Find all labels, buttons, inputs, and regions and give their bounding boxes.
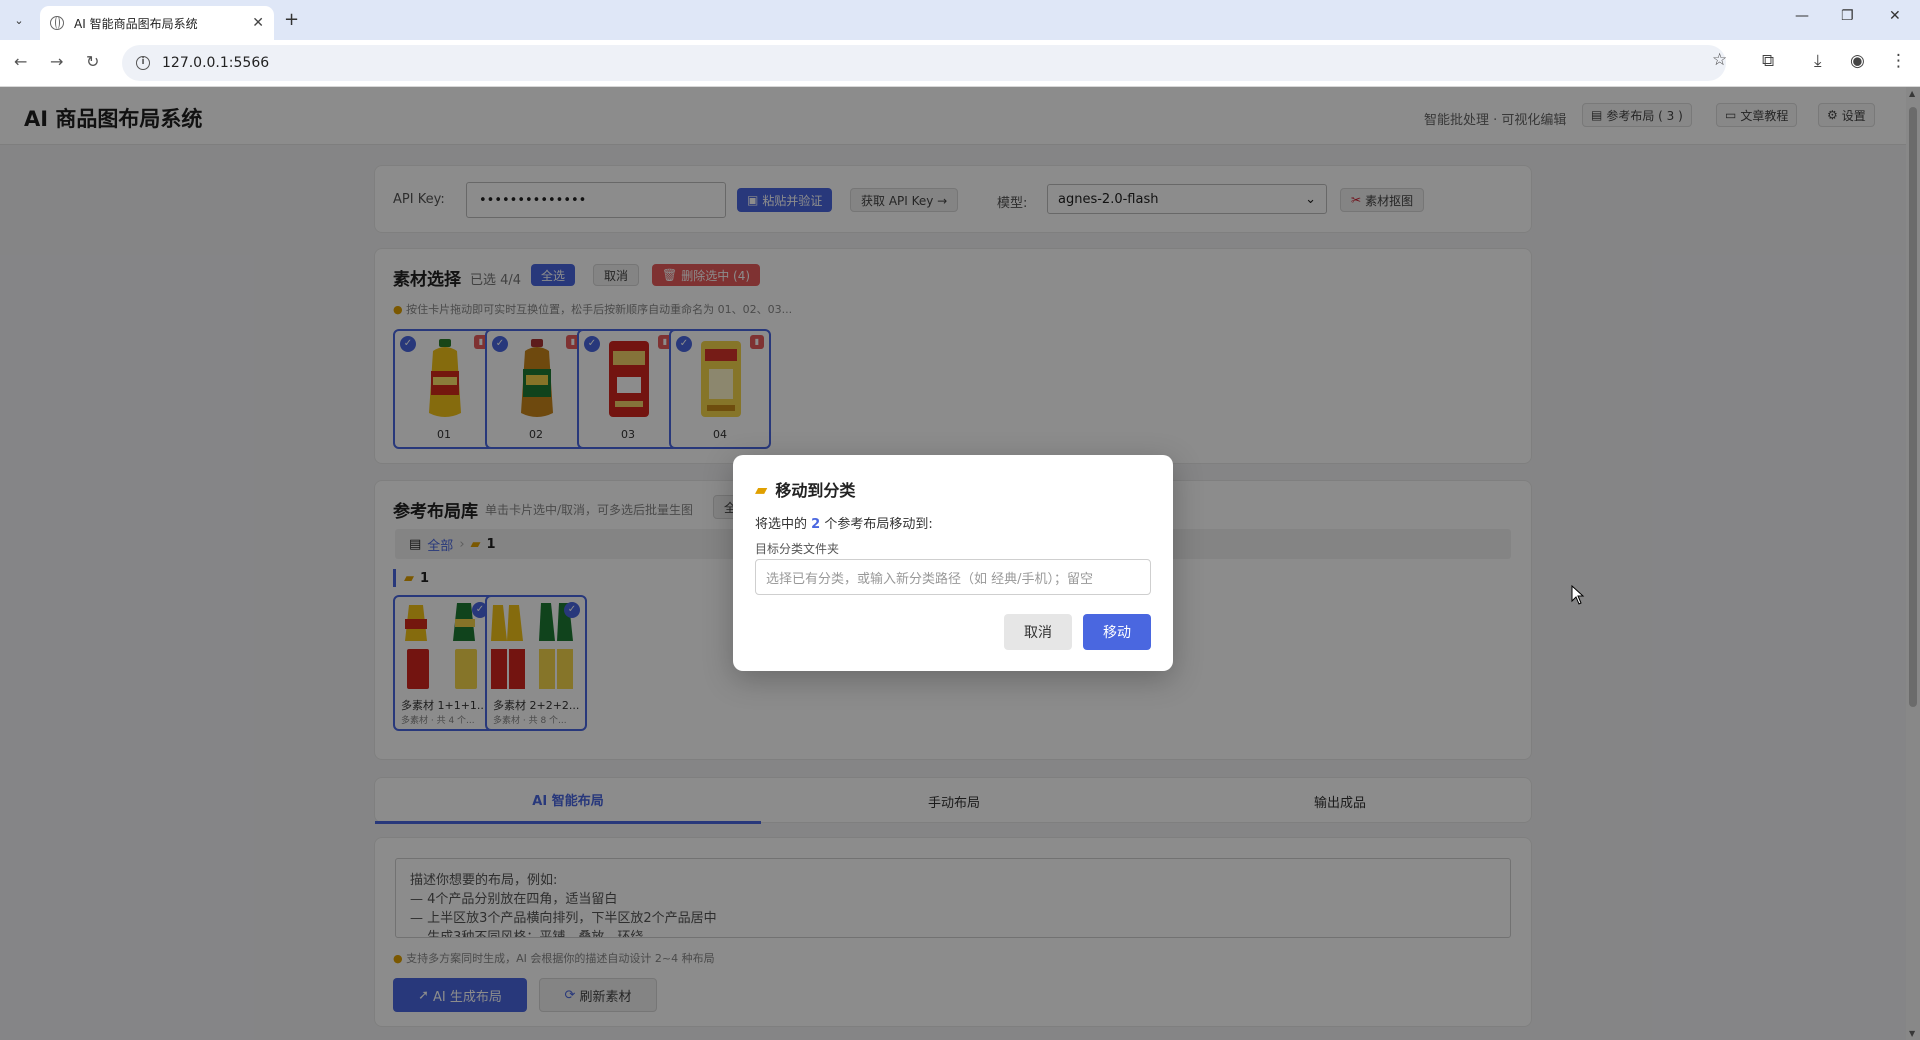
url-text: 127.0.0.1:5566 — [162, 55, 270, 71]
window-close-icon[interactable]: ✕ — [1889, 8, 1901, 24]
forward-icon[interactable]: → — [50, 52, 63, 71]
mouse-cursor-icon — [1571, 585, 1585, 605]
close-tab-icon[interactable]: ✕ — [252, 15, 264, 31]
download-icon[interactable]: ⤓ — [1814, 51, 1822, 71]
restore-icon[interactable]: ❐ — [1841, 8, 1854, 24]
target-folder-input[interactable]: 选择已有分类，或输入新分类路径（如 经典/手机）；留空 — [755, 559, 1151, 595]
bookmark-star-icon[interactable]: ☆ — [1712, 50, 1727, 70]
dialog-desc-prefix: 将选中的 — [755, 517, 808, 532]
profile-icon[interactable]: ◉ — [1850, 51, 1865, 71]
dialog-desc-suffix: 个参考布局移动到: — [824, 517, 933, 532]
browser-toolbar: ← → ↻ i 127.0.0.1:5566 ☆ ⧉ ⤓ ◉ ⋮ — [0, 40, 1920, 87]
reload-icon[interactable]: ↻ — [86, 52, 99, 71]
address-bar[interactable]: i 127.0.0.1:5566 — [122, 45, 1726, 81]
globe-icon — [50, 16, 64, 30]
selected-layout-count: 2 — [811, 517, 821, 532]
move-button[interactable]: 移动 — [1083, 614, 1151, 650]
menu-icon[interactable]: ⋮ — [1890, 51, 1907, 71]
folder-icon: ▰ — [755, 479, 768, 499]
new-tab-icon[interactable]: + — [284, 9, 299, 30]
browser-tab[interactable]: AI 智能商品图布局系统 ✕ — [40, 6, 274, 40]
browser-tabstrip: ⌄ AI 智能商品图布局系统 ✕ + — ❐ ✕ — [0, 0, 1920, 40]
dialog-description: 将选中的 2 个参考布局移动到: — [755, 513, 933, 532]
target-folder-label: 目标分类文件夹 — [755, 542, 840, 556]
tab-title: AI 智能商品图布局系统 — [74, 16, 198, 31]
move-to-category-dialog: ▰ 移动到分类 将选中的 2 个参考布局移动到: 目标分类文件夹 选择已有分类，… — [733, 455, 1173, 671]
cancel-button[interactable]: 取消 — [1004, 614, 1072, 650]
back-icon[interactable]: ← — [14, 52, 27, 71]
dialog-title-text: 移动到分类 — [775, 481, 856, 500]
site-info-icon[interactable]: i — [136, 56, 150, 70]
dialog-title: ▰ 移动到分类 — [755, 477, 855, 501]
extensions-icon[interactable]: ⧉ — [1762, 51, 1774, 71]
minimize-icon[interactable]: — — [1795, 8, 1809, 24]
tab-search-chevron-icon[interactable]: ⌄ — [8, 9, 30, 31]
